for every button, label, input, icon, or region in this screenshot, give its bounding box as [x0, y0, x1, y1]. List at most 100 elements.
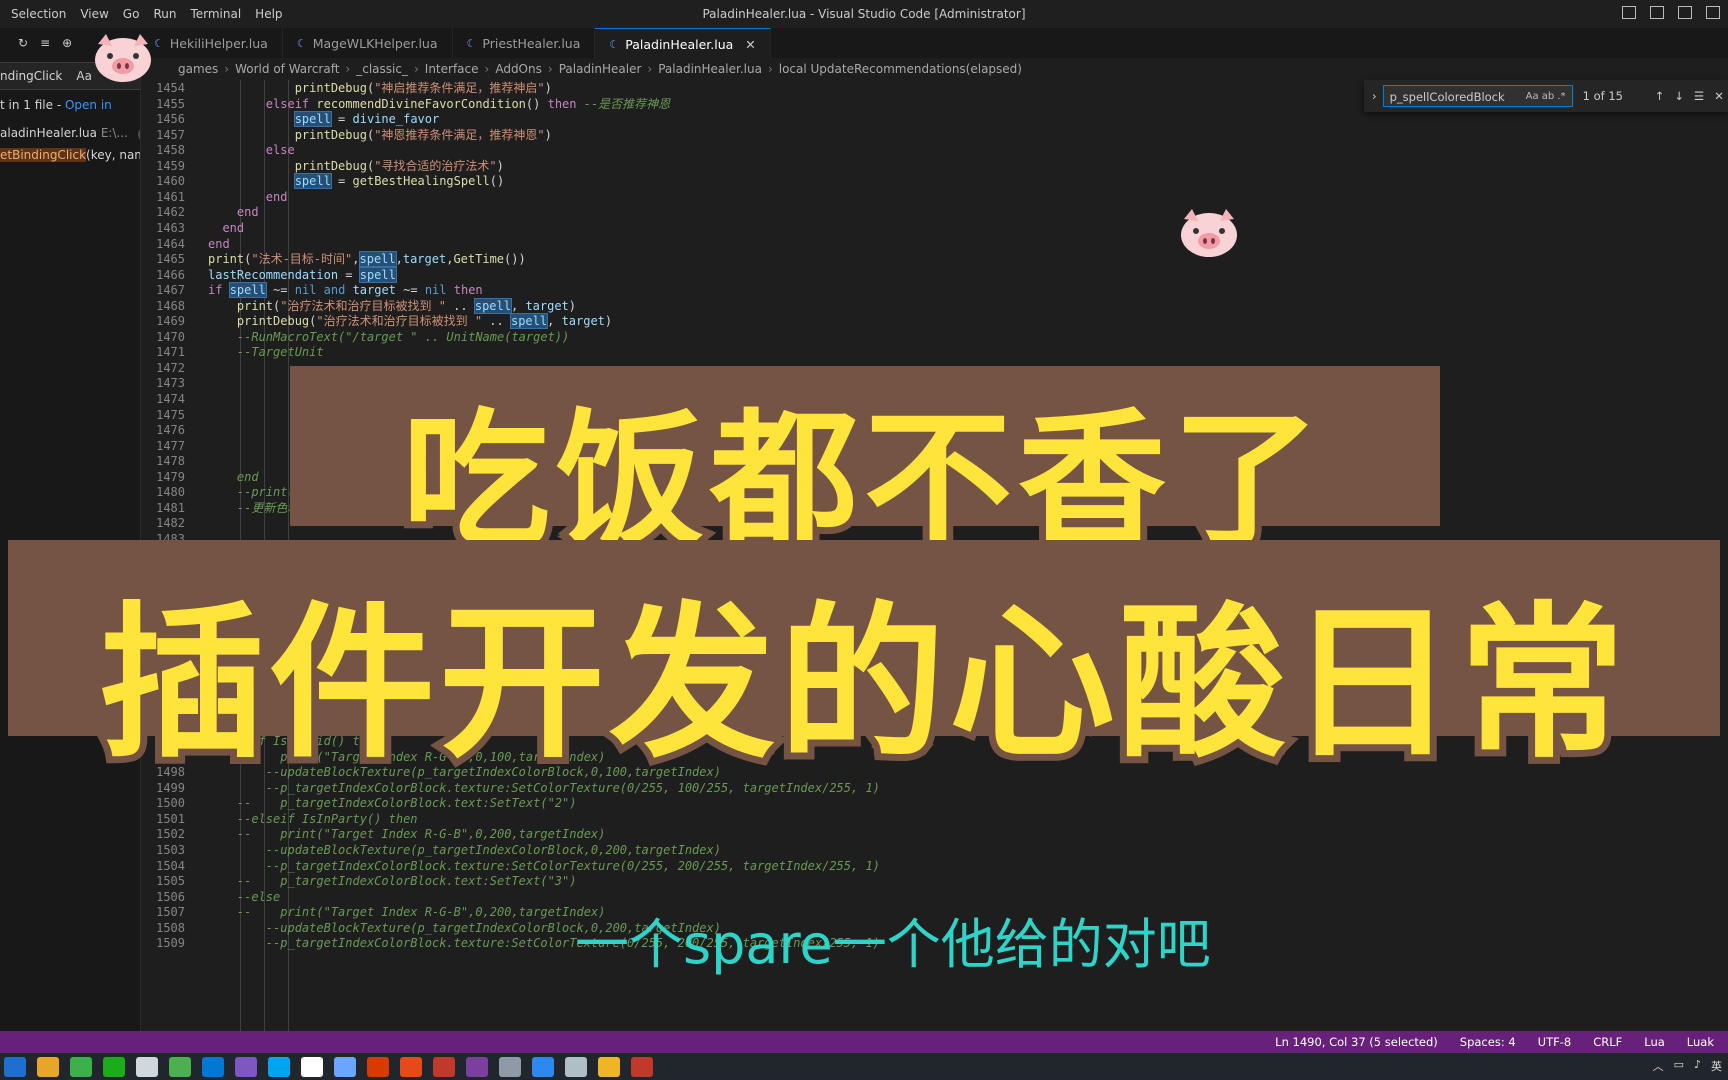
breadcrumb-item[interactable]: games — [178, 62, 218, 76]
network-icon[interactable]: ▭ — [1674, 1058, 1684, 1074]
code-line[interactable]: 1504 --p_targetIndexColorBlock.texture:S… — [140, 858, 880, 875]
menu-item-selection[interactable]: Selection — [4, 7, 73, 21]
taskbar-app-icon[interactable] — [268, 1056, 290, 1077]
taskbar-app-icon[interactable] — [400, 1056, 422, 1077]
code-line[interactable]: 1465 print("法术-目标-时间",spell,target,GetTim… — [140, 251, 526, 268]
breadcrumb-item[interactable]: local UpdateRecommendations(elapsed) — [779, 62, 1022, 76]
next-match-icon[interactable]: ↓ — [1674, 89, 1684, 103]
code-line[interactable]: 1483 — [140, 531, 208, 548]
code-line[interactable]: 1464 end — [140, 236, 230, 253]
code-line[interactable]: 1475 — [140, 407, 208, 424]
indentation[interactable]: Spaces: 4 — [1460, 1035, 1516, 1049]
encoding[interactable]: UTF-8 — [1538, 1035, 1572, 1049]
previous-match-icon[interactable]: ↑ — [1655, 89, 1665, 103]
menu-item-run[interactable]: Run — [146, 7, 183, 21]
refresh-icon[interactable]: ↻ — [18, 36, 28, 50]
code-editor[interactable]: 1454 printDebug("神启推荐条件满足，推荐神启") 1455 els… — [140, 80, 1728, 1031]
code-line[interactable]: 1490 — [140, 640, 208, 657]
taskbar-app-icon[interactable] — [367, 1056, 389, 1077]
find-options[interactable]: Aa ab .* — [1526, 86, 1566, 106]
code-line[interactable]: 1507 -- print("Target Index R-G-B",0,200… — [140, 904, 605, 921]
taskbar-app-icon[interactable] — [565, 1056, 587, 1077]
find-input-value[interactable]: p_spellColoredBlock — [1390, 86, 1526, 106]
search-input[interactable]: ndingClick Aa — [0, 62, 140, 90]
taskbar-app-icon[interactable] — [70, 1056, 92, 1077]
code-line[interactable]: 1489 — [140, 624, 208, 641]
taskbar-app-icon[interactable] — [433, 1056, 455, 1077]
taskbar-app-icon[interactable] — [202, 1056, 224, 1077]
tray-chevron-icon[interactable]: ︿ — [1653, 1058, 1664, 1074]
toggle-sidebar-icon[interactable] — [1622, 6, 1636, 19]
tab-hekilihelper-lua[interactable]: ☾ HekiliHelper.lua — [140, 28, 283, 58]
taskbar-app-icon[interactable] — [499, 1056, 521, 1077]
code-line[interactable]: 1474 : " .. get)) — [140, 391, 771, 408]
taskbar-app-icon[interactable] — [301, 1056, 323, 1077]
taskbar-app-icon[interactable] — [631, 1056, 653, 1077]
code-line[interactable]: 1494 printDebug("目标targetIndex" .. targe… — [140, 702, 550, 719]
taskbar-app-icon[interactable] — [169, 1056, 191, 1077]
breadcrumb-item[interactable]: AddOns — [495, 62, 542, 76]
taskbar-app-icon[interactable] — [235, 1056, 257, 1077]
taskbar-app-icon[interactable] — [532, 1056, 554, 1077]
code-line[interactable]: 1454 printDebug("神启推荐条件满足，推荐神启") — [140, 80, 552, 97]
code-line[interactable]: 1477 — [140, 438, 208, 455]
code-line[interactable]: 1457 printDebug("神恩推荐条件满足，推荐神恩") — [140, 127, 552, 144]
breadcrumb-item[interactable]: Interface — [425, 62, 479, 76]
code-line[interactable]: 1497 -- print("Target Index R-G-B",0,100… — [140, 749, 605, 766]
toggle-replace-icon[interactable]: › — [1372, 89, 1377, 103]
extension-status[interactable]: Luak — [1687, 1035, 1714, 1049]
code-line[interactable]: 1493 p_targetIndexColorBlock.text:SetTex… — [140, 686, 620, 703]
taskbar-app-icon[interactable] — [136, 1056, 158, 1077]
match-case-toggle[interactable]: Aa — [76, 63, 92, 89]
taskbar-app-icon[interactable] — [37, 1056, 59, 1077]
code-line[interactable]: 1506 --else — [140, 889, 280, 906]
code-line[interactable]: 1484 — [140, 547, 208, 564]
code-line[interactable]: 1455 elseif recommendDivineFavorConditio… — [140, 96, 670, 113]
code-line[interactable]: 1503 --updateBlockTexture(p_targetIndexC… — [140, 842, 721, 859]
code-line[interactable]: 1461 end — [140, 189, 287, 206]
code-line[interactable]: 1502 -- print("Target Index R-G-B",0,200… — [140, 826, 605, 843]
menu-item-help[interactable]: Help — [248, 7, 289, 21]
line-ending[interactable]: CRLF — [1593, 1035, 1622, 1049]
close-find-icon[interactable]: ✕ — [1714, 89, 1724, 103]
code-line[interactable]: 1485 — [140, 562, 208, 579]
code-line[interactable]: 1459 printDebug("寻找合适的治疗法术") — [140, 158, 504, 175]
code-line[interactable]: 1469 printDebug("治疗法术和治疗目标被找到 " .. spell… — [140, 313, 612, 330]
code-line[interactable]: 1508 --updateBlockTexture(p_targetIndexC… — [140, 920, 721, 937]
code-line[interactable]: 1476 — [140, 422, 208, 439]
code-line[interactable]: 1471 --TargetUnit — [140, 344, 324, 361]
code-line[interactable]: 1456 spell = divine_favor — [140, 111, 439, 128]
clear-results-icon[interactable]: ≡ — [40, 36, 50, 50]
code-line[interactable]: 1482 — [140, 515, 208, 532]
code-line[interactable]: 1463 end — [140, 220, 244, 237]
search-input-value[interactable]: ndingClick — [0, 63, 62, 89]
code-line[interactable]: 1495 print("目标targetIndex" .. targetInde… — [140, 718, 514, 735]
code-line[interactable]: 1491 — [140, 655, 208, 672]
code-line[interactable]: 1480 --print("curr g .. ) — [140, 484, 750, 501]
ime-indicator[interactable]: 英 — [1711, 1058, 1722, 1074]
code-line[interactable]: 1498 --updateBlockTexture(p_targetIndexC… — [140, 764, 721, 781]
code-line[interactable]: 1505 -- p_targetIndexColorBlock.text:Set… — [140, 873, 576, 890]
open-in-editor-link[interactable]: Open in — [65, 98, 112, 112]
close-tab-icon[interactable]: ✕ — [745, 37, 755, 52]
taskbar-app-icon[interactable] — [334, 1056, 356, 1077]
code-line[interactable]: 1486 — [140, 578, 208, 595]
taskbar-app-icon[interactable] — [4, 1056, 26, 1077]
volume-icon[interactable]: ♪ — [1694, 1058, 1701, 1074]
find-in-selection-icon[interactable]: ☰ — [1694, 89, 1704, 103]
toggle-secondary-sidebar-icon[interactable] — [1678, 6, 1692, 19]
code-line[interactable]: 1460 spell = getBestHealingSpell() — [140, 173, 504, 190]
code-line[interactable]: 1479 end — [140, 469, 259, 486]
code-line[interactable]: 1499 --p_targetIndexColorBlock.texture:S… — [140, 780, 880, 797]
taskbar-app-icon[interactable] — [103, 1056, 125, 1077]
tab-paladinhealer-lua[interactable]: ☾ PaladinHealer.lua ✕ — [595, 28, 771, 59]
menu-item-go[interactable]: Go — [116, 7, 147, 21]
customize-layout-icon[interactable] — [1706, 6, 1720, 19]
tab-magewlkhelper-lua[interactable]: ☾ MageWLKHelper.lua — [283, 28, 453, 58]
search-result-match[interactable]: etBindingClick(key, name) — [0, 144, 140, 166]
code-line[interactable]: 1468 print("治疗法术和治疗目标被找到 " .. spell, tar… — [140, 297, 576, 315]
code-line[interactable]: 1481 --更新色块 — [140, 500, 299, 517]
code-line[interactable]: 1501 --elseif IsInParty() then — [140, 811, 417, 828]
taskbar-app-icon[interactable] — [598, 1056, 620, 1077]
taskbar-app-icon[interactable] — [466, 1056, 488, 1077]
